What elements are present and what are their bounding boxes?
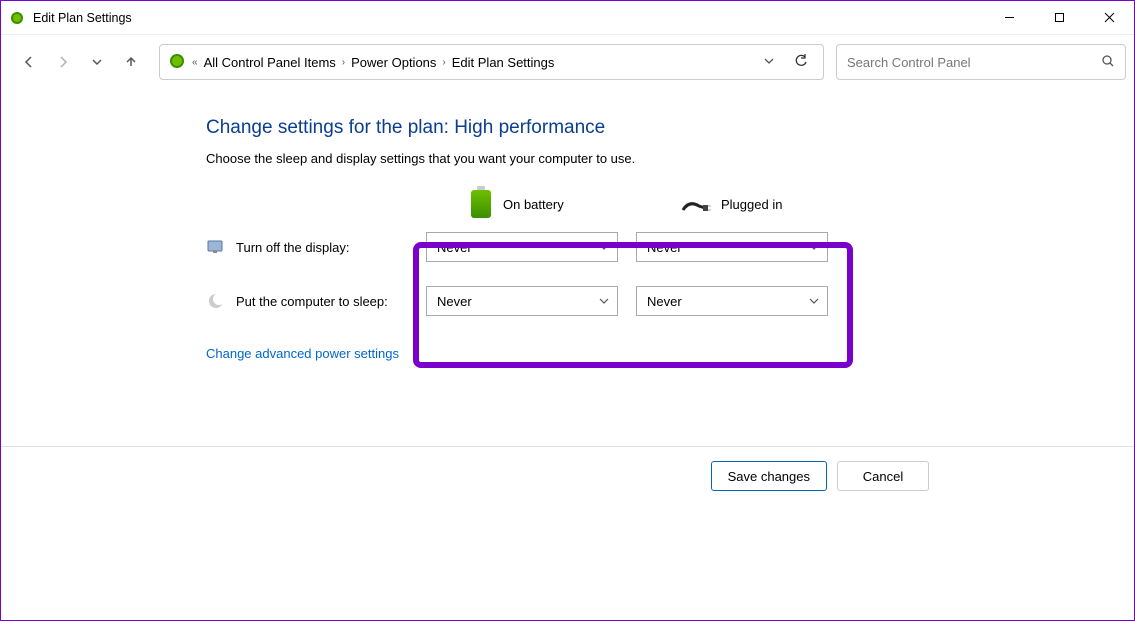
sleep-plugged-select[interactable]: Never	[636, 286, 828, 316]
titlebar: Edit Plan Settings	[1, 1, 1134, 35]
search-icon	[1101, 54, 1115, 71]
footer-bar: Save changes Cancel	[1, 446, 1134, 620]
minimize-button[interactable]	[984, 1, 1034, 34]
back-button[interactable]	[13, 46, 45, 78]
chevron-right-icon: ›	[442, 57, 445, 68]
power-options-icon	[9, 10, 25, 26]
row-put-computer-to-sleep: Put the computer to sleep: Never Never	[206, 286, 1134, 316]
advanced-settings-link[interactable]: Change advanced power settings	[206, 346, 1134, 361]
navigation-bar: « All Control Panel Items › Power Option…	[1, 35, 1134, 89]
content-pane: Change settings for the plan: High perfo…	[1, 89, 1134, 361]
sleep-battery-select[interactable]: Never	[426, 286, 618, 316]
window-title: Edit Plan Settings	[33, 11, 132, 25]
plug-icon	[681, 198, 709, 210]
close-button[interactable]	[1084, 1, 1134, 34]
chevron-down-icon	[809, 294, 819, 309]
chevron-right-icon: ›	[342, 57, 345, 68]
battery-icon	[471, 190, 491, 218]
up-button[interactable]	[115, 46, 147, 78]
recent-dropdown-button[interactable]	[81, 46, 113, 78]
window-controls	[984, 1, 1134, 34]
moon-icon	[206, 291, 226, 311]
breadcrumb-item[interactable]: Power Options	[351, 55, 436, 70]
display-icon	[206, 237, 226, 257]
chevron-left-icon: «	[192, 57, 198, 68]
search-placeholder: Search Control Panel	[847, 55, 971, 70]
refresh-icon[interactable]	[793, 53, 809, 72]
row-turn-off-display: Turn off the display: Never Never	[206, 232, 1134, 262]
chevron-down-icon	[599, 294, 609, 309]
save-button[interactable]: Save changes	[711, 461, 827, 491]
chevron-down-icon	[599, 240, 609, 255]
breadcrumb-item[interactable]: Edit Plan Settings	[452, 55, 555, 70]
search-input[interactable]: Search Control Panel	[836, 44, 1126, 80]
page-subtext: Choose the sleep and display settings th…	[206, 151, 1134, 166]
battery-icon	[168, 52, 186, 73]
address-bar[interactable]: « All Control Panel Items › Power Option…	[159, 44, 824, 80]
column-header-plugged: Plugged in	[681, 197, 891, 212]
maximize-button[interactable]	[1034, 1, 1084, 34]
display-plugged-select[interactable]: Never	[636, 232, 828, 262]
column-header-battery: On battery	[471, 190, 681, 218]
chevron-down-icon	[809, 240, 819, 255]
breadcrumb-item[interactable]: All Control Panel Items	[204, 55, 336, 70]
cancel-button[interactable]: Cancel	[837, 461, 929, 491]
forward-button[interactable]	[47, 46, 79, 78]
display-battery-select[interactable]: Never	[426, 232, 618, 262]
chevron-down-icon[interactable]	[763, 55, 775, 70]
page-heading: Change settings for the plan: High perfo…	[206, 117, 1134, 139]
